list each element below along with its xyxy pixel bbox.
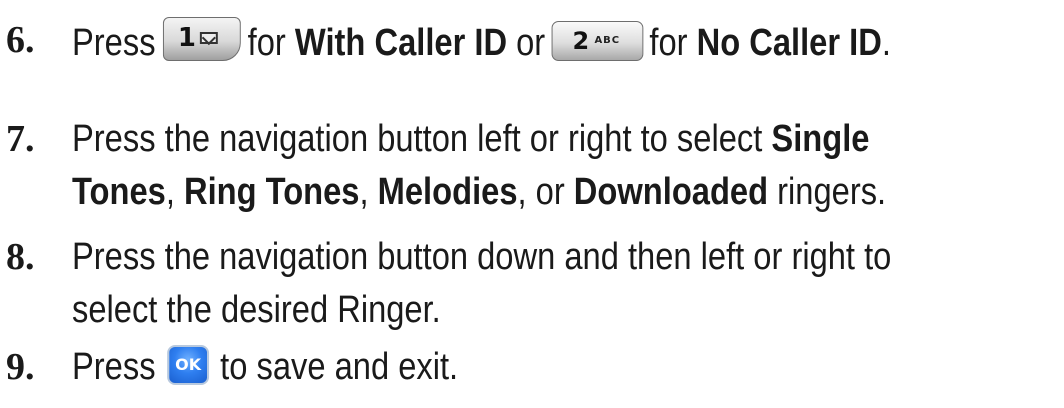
press-text: Press bbox=[72, 22, 156, 64]
key-2-digit: 2 bbox=[572, 27, 590, 55]
step-text: Press 1 for With Caller ID or 2 ABC for … bbox=[72, 17, 919, 66]
step-number: 6. bbox=[6, 19, 35, 61]
instruction-text: to save and exit. bbox=[220, 346, 459, 388]
for-text: for bbox=[649, 22, 688, 64]
envelope-icon bbox=[199, 32, 218, 44]
instruction-line-1: Press the navigation button down and the… bbox=[72, 236, 892, 278]
step-text: Press the navigation button left or righ… bbox=[72, 116, 919, 215]
step-number: 8. bbox=[6, 236, 35, 278]
option-no-caller-id: No Caller ID bbox=[696, 22, 882, 64]
key-1-digit: 1 bbox=[177, 23, 196, 53]
step-text: Press OK to save and exit. bbox=[72, 344, 919, 390]
separator-text: , or bbox=[517, 171, 565, 213]
for-text: for bbox=[247, 22, 286, 64]
step-text: Press the navigation button down and the… bbox=[72, 234, 919, 333]
option-ring-tones: Ring Tones bbox=[183, 171, 360, 213]
ok-key-icon: OK bbox=[166, 345, 209, 385]
option-melodies: Melodies bbox=[377, 171, 518, 213]
separator-text: , bbox=[359, 171, 369, 213]
or-text: or bbox=[516, 22, 546, 64]
press-text: Press bbox=[72, 346, 156, 388]
step-number: 9. bbox=[6, 346, 35, 388]
instruction-document: 6. Press 1 for With Caller ID or 2 ABC f… bbox=[0, 0, 1064, 408]
option-tones: Tones bbox=[72, 171, 166, 213]
option-single: Single bbox=[771, 118, 870, 160]
option-with-caller-id: With Caller ID bbox=[294, 22, 508, 64]
instruction-text: Press the navigation button left or righ… bbox=[72, 118, 763, 160]
ok-key-label: OK bbox=[174, 355, 201, 374]
option-downloaded: Downloaded bbox=[573, 171, 769, 213]
instruction-line-2: select the desired Ringer. bbox=[72, 289, 441, 331]
step-number: 7. bbox=[6, 118, 35, 160]
ringers-text: ringers. bbox=[777, 171, 887, 213]
key-2-abc-icon: 2 ABC bbox=[551, 21, 644, 61]
key-1-icon: 1 bbox=[162, 17, 241, 61]
key-2-letters: ABC bbox=[594, 35, 620, 46]
period-text: . bbox=[881, 22, 891, 64]
separator-text: , bbox=[165, 171, 175, 213]
